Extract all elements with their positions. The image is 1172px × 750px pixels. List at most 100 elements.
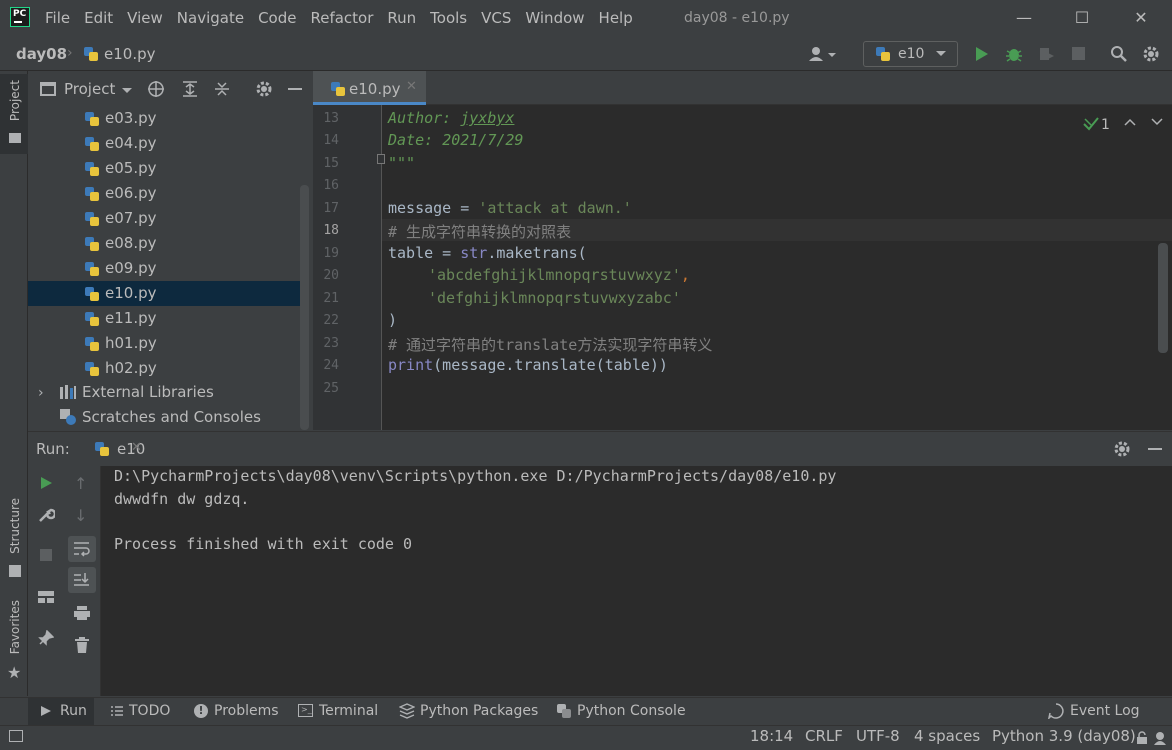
maximize-button[interactable]: ☐ <box>1069 6 1095 30</box>
tool-tab-run[interactable]: Run <box>60 703 87 719</box>
pin-icon[interactable] <box>38 630 54 646</box>
wrench-icon[interactable] <box>37 506 55 524</box>
breadcrumb-file[interactable]: e10.py <box>104 45 155 63</box>
debug-icon[interactable] <box>1005 45 1023 63</box>
status-caret-position[interactable]: 18:14 <box>750 727 793 745</box>
code-line-18: # 生成字符串转换的对照表 <box>388 223 572 241</box>
settings-gear-icon[interactable] <box>255 80 273 98</box>
problems-icon: ! <box>194 704 208 718</box>
tree-file-label: h01.py <box>105 334 157 352</box>
menu-navigate[interactable]: Navigate <box>177 9 244 27</box>
editor-scrollbar[interactable] <box>1158 243 1168 353</box>
tree-file-item[interactable]: e11.py <box>28 306 301 331</box>
tree-external-libraries[interactable]: External Libraries <box>82 383 214 401</box>
status-line-separator[interactable]: CRLF <box>805 727 843 745</box>
stop-icon[interactable] <box>40 549 52 561</box>
run-icon[interactable] <box>973 46 989 62</box>
tool-tab-python-console[interactable]: Python Console <box>577 703 686 719</box>
tree-file-item[interactable]: e09.py <box>28 256 301 281</box>
tree-file-item[interactable]: h01.py <box>28 331 301 356</box>
menu-help[interactable]: Help <box>599 9 633 27</box>
print-icon[interactable] <box>73 605 91 621</box>
chevron-up-icon[interactable] <box>1124 117 1136 127</box>
up-arrow-icon[interactable]: ↑ <box>74 474 87 493</box>
hide-panel-icon[interactable] <box>288 88 302 90</box>
settings-gear-icon[interactable] <box>1113 440 1131 458</box>
tree-scratches-consoles[interactable]: Scratches and Consoles <box>82 408 261 426</box>
chevron-down-icon[interactable] <box>1151 117 1163 127</box>
tool-tab-terminal[interactable]: Terminal <box>319 703 378 719</box>
console-output[interactable] <box>101 466 1172 696</box>
line-number: 25 <box>323 381 339 396</box>
user-dropdown-icon[interactable] <box>808 45 836 63</box>
soft-wrap-icon <box>74 542 90 557</box>
fold-marker-icon[interactable] <box>377 154 385 164</box>
menu-file[interactable]: File <box>45 9 70 27</box>
menu-edit[interactable]: Edit <box>84 9 113 27</box>
locate-file-icon[interactable] <box>147 80 165 98</box>
status-interpreter[interactable]: Python 3.9 (day08) <box>992 727 1136 745</box>
tree-file-item[interactable]: e07.py <box>28 206 301 231</box>
tree-file-item[interactable]: e04.py <box>28 131 301 156</box>
project-scrollbar[interactable] <box>300 185 309 430</box>
trash-icon[interactable] <box>74 636 90 654</box>
code-line-21: 'defghijklmnopqrstuvwxyzabc' <box>428 289 681 307</box>
search-icon[interactable] <box>1110 45 1128 63</box>
tool-tab-problems[interactable]: Problems <box>214 703 279 719</box>
tree-file-item[interactable]: e06.py <box>28 181 301 206</box>
code-line-20: 'abcdefghijklmnopqrstuvwxyz', <box>428 266 690 284</box>
stop-icon[interactable] <box>1072 47 1085 60</box>
inspection-ok-icon[interactable] <box>1083 117 1099 131</box>
tree-file-label: e03.py <box>105 109 157 127</box>
menu-refactor[interactable]: Refactor <box>310 9 373 27</box>
menu-window[interactable]: Window <box>525 9 584 27</box>
library-icon <box>60 385 76 399</box>
tree-file-item[interactable]: e10.py <box>28 281 301 306</box>
chevron-right-icon[interactable]: › <box>38 385 44 401</box>
menu-run[interactable]: Run <box>387 9 416 27</box>
notifications-icon[interactable] <box>1152 730 1168 746</box>
menu-view[interactable]: View <box>127 9 163 27</box>
down-arrow-icon[interactable]: ↓ <box>74 506 87 525</box>
tool-tab-event-log[interactable]: Event Log <box>1070 703 1140 719</box>
python-file-icon <box>85 187 99 201</box>
hide-panel-icon[interactable] <box>1148 448 1162 450</box>
tool-tab-todo[interactable]: TODO <box>129 703 170 719</box>
tree-file-item[interactable]: e08.py <box>28 231 301 256</box>
toggle-tool-windows-icon[interactable] <box>9 730 23 742</box>
rerun-icon[interactable] <box>39 476 53 490</box>
code-line-24: print(message.translate(table)) <box>388 356 668 374</box>
tree-file-item[interactable]: e03.py <box>28 106 301 131</box>
project-panel-title[interactable]: Project <box>64 80 115 98</box>
tree-file-item[interactable]: e05.py <box>28 156 301 181</box>
status-encoding[interactable]: UTF-8 <box>856 727 900 745</box>
python-console-icon <box>557 704 571 718</box>
chevron-down-icon[interactable] <box>121 87 133 95</box>
menu-tools[interactable]: Tools <box>430 9 467 27</box>
code-line-14: Date: 2021/7/29 <box>388 131 524 149</box>
coverage-icon[interactable] <box>1037 45 1055 63</box>
line-number: 18 <box>323 223 339 238</box>
layout-icon[interactable] <box>37 589 55 605</box>
minimize-button[interactable]: — <box>1011 6 1037 30</box>
collapse-all-icon[interactable] <box>213 80 231 98</box>
menu-code[interactable]: Code <box>258 9 296 27</box>
close-run-tab-icon[interactable]: ✕ <box>131 440 142 455</box>
settings-gear-icon[interactable] <box>1142 45 1160 63</box>
tree-file-label: e04.py <box>105 134 157 152</box>
tool-window-favorites[interactable]: Favorites <box>8 600 22 654</box>
status-indent[interactable]: 4 spaces <box>914 727 980 745</box>
expand-all-icon[interactable] <box>181 80 199 98</box>
tree-file-label: e11.py <box>105 309 157 327</box>
line-number: 19 <box>323 246 339 261</box>
tool-window-structure[interactable]: Structure <box>8 498 22 554</box>
close-button[interactable]: ✕ <box>1128 6 1154 30</box>
tree-file-item[interactable]: h02.py <box>28 356 301 381</box>
lock-icon[interactable] <box>1136 731 1148 745</box>
tool-tab-python-packages[interactable]: Python Packages <box>420 703 538 719</box>
menu-vcs[interactable]: VCS <box>481 9 511 27</box>
code-line-15: """ <box>388 154 416 172</box>
close-tab-icon[interactable]: ✕ <box>406 79 417 94</box>
breadcrumb-project[interactable]: day08 <box>16 45 67 63</box>
python-file-icon <box>85 287 99 301</box>
